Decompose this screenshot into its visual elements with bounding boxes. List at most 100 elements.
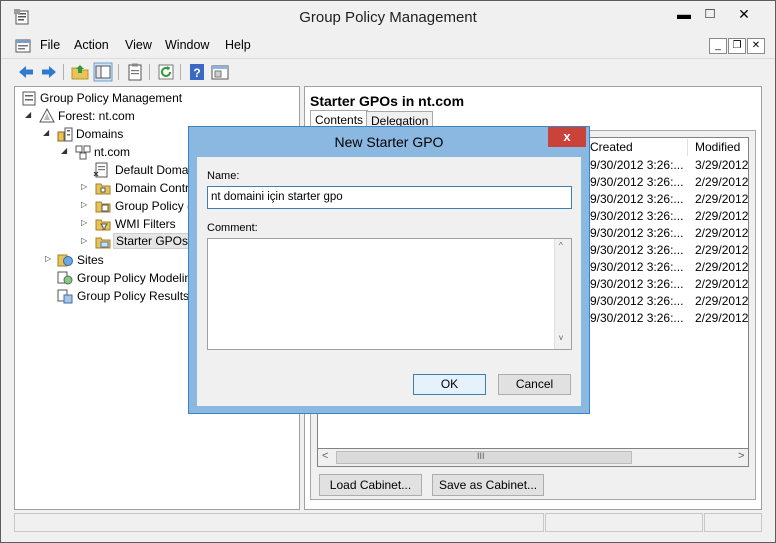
dialog-body: Name: nt domaini için starter gpo Commen… bbox=[197, 157, 581, 406]
tree-item-label: nt.com bbox=[94, 145, 131, 159]
collapsed-twisty-icon[interactable]: ▷ bbox=[81, 236, 87, 245]
window-title: Group Policy Management bbox=[299, 9, 477, 26]
collapsed-twisty-icon[interactable]: ▷ bbox=[45, 254, 51, 263]
modified-cell: 2/29/2012 bbox=[695, 277, 749, 291]
menu-window[interactable]: Window bbox=[165, 38, 209, 52]
forward-arrow-icon[interactable] bbox=[39, 62, 59, 82]
mdi-minimize-button[interactable]: _ bbox=[709, 38, 727, 54]
gpo-link-icon bbox=[93, 162, 108, 178]
created-cell: 9/30/2012 3:26:... bbox=[590, 209, 684, 223]
expanded-twisty-icon[interactable]: ◢ bbox=[61, 146, 67, 155]
comment-field[interactable]: ^ v bbox=[207, 238, 572, 350]
comment-label: Comment: bbox=[207, 222, 258, 234]
modified-cell: 2/29/2012 bbox=[695, 209, 749, 223]
name-field[interactable]: nt domaini için starter gpo bbox=[207, 186, 572, 209]
folder-up-icon[interactable] bbox=[70, 62, 90, 82]
dialog-close-button[interactable]: x bbox=[548, 127, 586, 147]
wmi-folder-icon bbox=[95, 219, 111, 231]
tree-item-label: Group Policy Modelin bbox=[77, 271, 192, 285]
menu-action[interactable]: Action bbox=[74, 38, 109, 52]
ou-folder-icon bbox=[95, 183, 111, 195]
created-cell: 9/30/2012 3:26:... bbox=[590, 294, 684, 308]
collapsed-twisty-icon[interactable]: ▷ bbox=[81, 218, 87, 227]
starter-gpo-folder-icon bbox=[95, 237, 111, 249]
tree-item-label: Starter GPOs bbox=[113, 233, 192, 249]
expanded-twisty-icon[interactable]: ◢ bbox=[25, 110, 31, 119]
results-icon bbox=[57, 289, 73, 304]
collapsed-twisty-icon[interactable]: ▷ bbox=[81, 200, 87, 209]
console-properties-icon[interactable] bbox=[210, 62, 230, 82]
domains-icon bbox=[57, 127, 73, 142]
modified-cell: 2/29/2012 bbox=[695, 243, 749, 257]
modified-cell: 2/29/2012 bbox=[695, 294, 749, 308]
collapsed-twisty-icon[interactable]: ▷ bbox=[81, 182, 87, 191]
name-label: Name: bbox=[207, 170, 240, 182]
tree-item-label: Domains bbox=[76, 127, 124, 141]
dialog-title: New Starter GPO bbox=[334, 134, 444, 150]
created-cell: 9/30/2012 3:26:... bbox=[590, 260, 684, 274]
cancel-button[interactable]: Cancel bbox=[498, 374, 571, 395]
show-hide-tree-icon[interactable] bbox=[93, 62, 113, 82]
mdi-restore-button[interactable]: ❐ bbox=[728, 38, 746, 54]
modified-cell: 2/29/2012 bbox=[695, 260, 749, 274]
tree-item-label: WMI Filters bbox=[115, 217, 176, 231]
tree-item-label: Domain Contr bbox=[115, 181, 190, 195]
tree-item-label: Group Policy Management bbox=[40, 91, 183, 105]
column-header-modified[interactable]: Modified bbox=[691, 139, 748, 156]
modified-cell: 2/29/2012 bbox=[695, 192, 749, 206]
tree-item-label: Forest: nt.com bbox=[58, 109, 135, 123]
menu-help[interactable]: Help bbox=[225, 38, 251, 52]
domain-icon bbox=[75, 145, 91, 160]
maximize-button[interactable]: □ bbox=[694, 4, 726, 24]
tree-item-label: Sites bbox=[77, 253, 104, 267]
scroll-down-icon[interactable]: v bbox=[559, 333, 563, 342]
title-bar[interactable]: Group Policy Management ▬ □ ✕ bbox=[1, 1, 775, 35]
scroll-thumb[interactable]: III bbox=[336, 451, 632, 464]
created-cell: 9/30/2012 3:26:... bbox=[590, 311, 684, 325]
new-starter-gpo-dialog: New Starter GPO x Name: nt domaini için … bbox=[188, 126, 590, 414]
modified-cell: 2/29/2012 bbox=[695, 226, 749, 240]
created-cell: 9/30/2012 3:26:... bbox=[590, 243, 684, 257]
scroll-right-icon[interactable]: > bbox=[738, 450, 744, 462]
refresh-icon[interactable] bbox=[156, 62, 176, 82]
ok-button[interactable]: OK bbox=[413, 374, 486, 395]
created-cell: 9/30/2012 3:26:... bbox=[590, 277, 684, 291]
modified-cell: 2/29/2012 bbox=[695, 175, 749, 189]
status-bar bbox=[14, 512, 762, 533]
menu-view[interactable]: View bbox=[125, 38, 152, 52]
scroll-up-icon[interactable]: ^ bbox=[559, 241, 563, 250]
gpo-folder-icon bbox=[95, 201, 111, 213]
created-cell: 9/30/2012 3:26:... bbox=[590, 226, 684, 240]
gpm-root-icon bbox=[22, 91, 36, 106]
mdi-close-button[interactable]: ✕ bbox=[747, 38, 765, 54]
console-icon[interactable] bbox=[15, 38, 31, 54]
menu-bar: File Action View Window Help bbox=[1, 35, 775, 57]
modified-cell: 2/29/2012 bbox=[695, 311, 749, 325]
load-cabinet-button[interactable]: Load Cabinet... bbox=[319, 474, 422, 496]
toolbar: ? bbox=[1, 58, 775, 84]
status-cell bbox=[704, 513, 762, 532]
help-icon[interactable]: ? bbox=[187, 62, 207, 82]
column-header-created[interactable]: Created bbox=[586, 139, 688, 156]
close-button[interactable]: ✕ bbox=[728, 4, 760, 24]
forest-icon bbox=[39, 108, 55, 123]
scroll-left-icon[interactable]: < bbox=[322, 450, 328, 462]
clipboard-icon[interactable] bbox=[125, 62, 145, 82]
pane-title: Starter GPOs in nt.com bbox=[310, 93, 465, 109]
menu-file[interactable]: File bbox=[40, 38, 60, 52]
created-cell: 9/30/2012 3:26:... bbox=[590, 158, 684, 172]
status-cell bbox=[545, 513, 703, 532]
horizontal-scrollbar[interactable]: < III > bbox=[317, 448, 749, 467]
svg-text:?: ? bbox=[193, 66, 200, 80]
comment-vertical-scrollbar[interactable]: ^ v bbox=[554, 239, 571, 349]
status-cell bbox=[14, 513, 544, 532]
created-cell: 9/30/2012 3:26:... bbox=[590, 192, 684, 206]
modified-cell: 3/29/2012 bbox=[695, 158, 749, 172]
back-arrow-icon[interactable] bbox=[16, 62, 36, 82]
expanded-twisty-icon[interactable]: ◢ bbox=[43, 128, 49, 137]
modeling-icon bbox=[57, 271, 73, 285]
tree-item-label: Group Policy Results bbox=[77, 289, 190, 303]
tree-item-label: Group Policy ( bbox=[115, 199, 192, 213]
created-cell: 9/30/2012 3:26:... bbox=[590, 175, 684, 189]
save-as-cabinet-button[interactable]: Save as Cabinet... bbox=[432, 474, 544, 496]
